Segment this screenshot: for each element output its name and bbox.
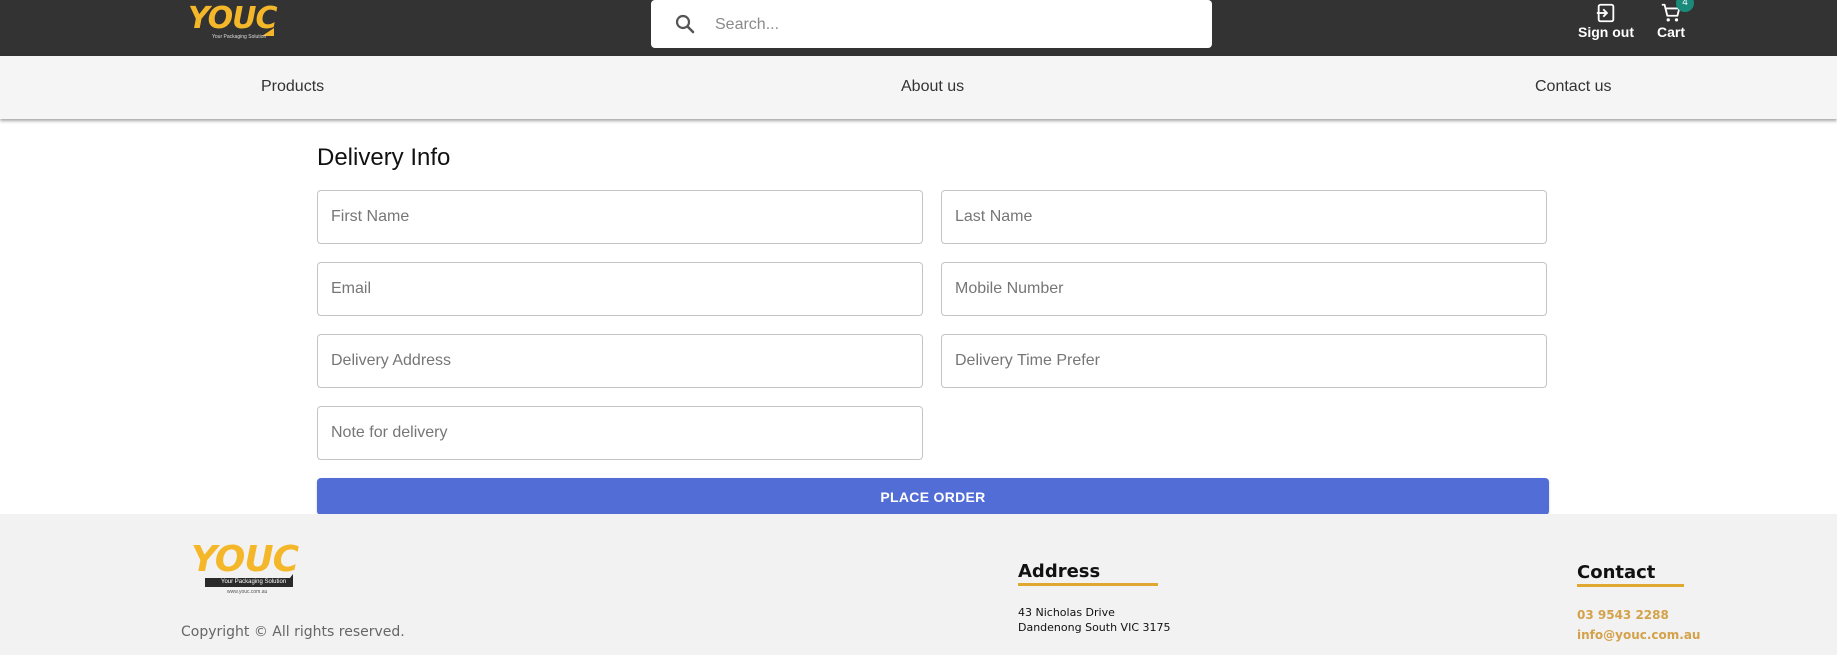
- address-line-1: 43 Nicholas Drive: [1018, 606, 1115, 619]
- logo-tagline: Your Packaging Solution: [212, 34, 267, 40]
- search-icon: [675, 14, 695, 34]
- sign-out-button[interactable]: Sign out: [1578, 2, 1634, 46]
- top-header: YOUC Your Packaging Solution Sign out 4 …: [0, 0, 1837, 56]
- delivery-note-field[interactable]: [317, 406, 923, 460]
- footer-logo-tagline: Your Packaging Solution: [221, 579, 287, 585]
- nav-item-products[interactable]: Products: [261, 78, 324, 96]
- email-field[interactable]: [317, 262, 923, 316]
- copyright-text: Copyright © All rights reserved.: [181, 624, 405, 640]
- footer-logo-wordmark: YOUC: [191, 539, 299, 580]
- search-input[interactable]: [713, 0, 1197, 50]
- cart-count-badge: 4: [1676, 0, 1694, 12]
- footer-logo: YOUC Your Packaging Solution www.youc.co…: [191, 540, 303, 596]
- footer: YOUC Your Packaging Solution www.youc.co…: [0, 514, 1837, 655]
- email-link[interactable]: info@youc.com.au: [1577, 628, 1700, 642]
- page-title: Delivery Info: [317, 144, 451, 171]
- delivery-address-field[interactable]: [317, 334, 923, 388]
- delivery-time-field[interactable]: [941, 334, 1547, 388]
- sign-out-label: Sign out: [1578, 24, 1634, 40]
- last-name-field[interactable]: [941, 190, 1547, 244]
- footer-logo-url: www.youc.com.au: [227, 589, 268, 595]
- header-logo[interactable]: YOUC Your Packaging Solution: [188, 2, 280, 42]
- first-name-field[interactable]: [317, 190, 923, 244]
- place-order-button[interactable]: PLACE ORDER: [317, 478, 1549, 515]
- nav-item-contact-us[interactable]: Contact us: [1535, 78, 1611, 96]
- search-bar: [651, 0, 1212, 50]
- sign-out-icon: [1596, 3, 1615, 23]
- contact-heading: Contact: [1577, 562, 1684, 587]
- phone-link[interactable]: 03 9543 2288: [1577, 608, 1669, 622]
- address-heading: Address: [1018, 561, 1158, 586]
- cart-button[interactable]: 4 Cart: [1654, 0, 1694, 46]
- nav-item-about-us[interactable]: About us: [901, 78, 964, 96]
- main-nav: Products About us Contact us: [0, 56, 1837, 119]
- mobile-number-field[interactable]: [941, 262, 1547, 316]
- address-line-2: Dandenong South VIC 3175: [1018, 621, 1171, 634]
- cart-label: Cart: [1656, 24, 1685, 40]
